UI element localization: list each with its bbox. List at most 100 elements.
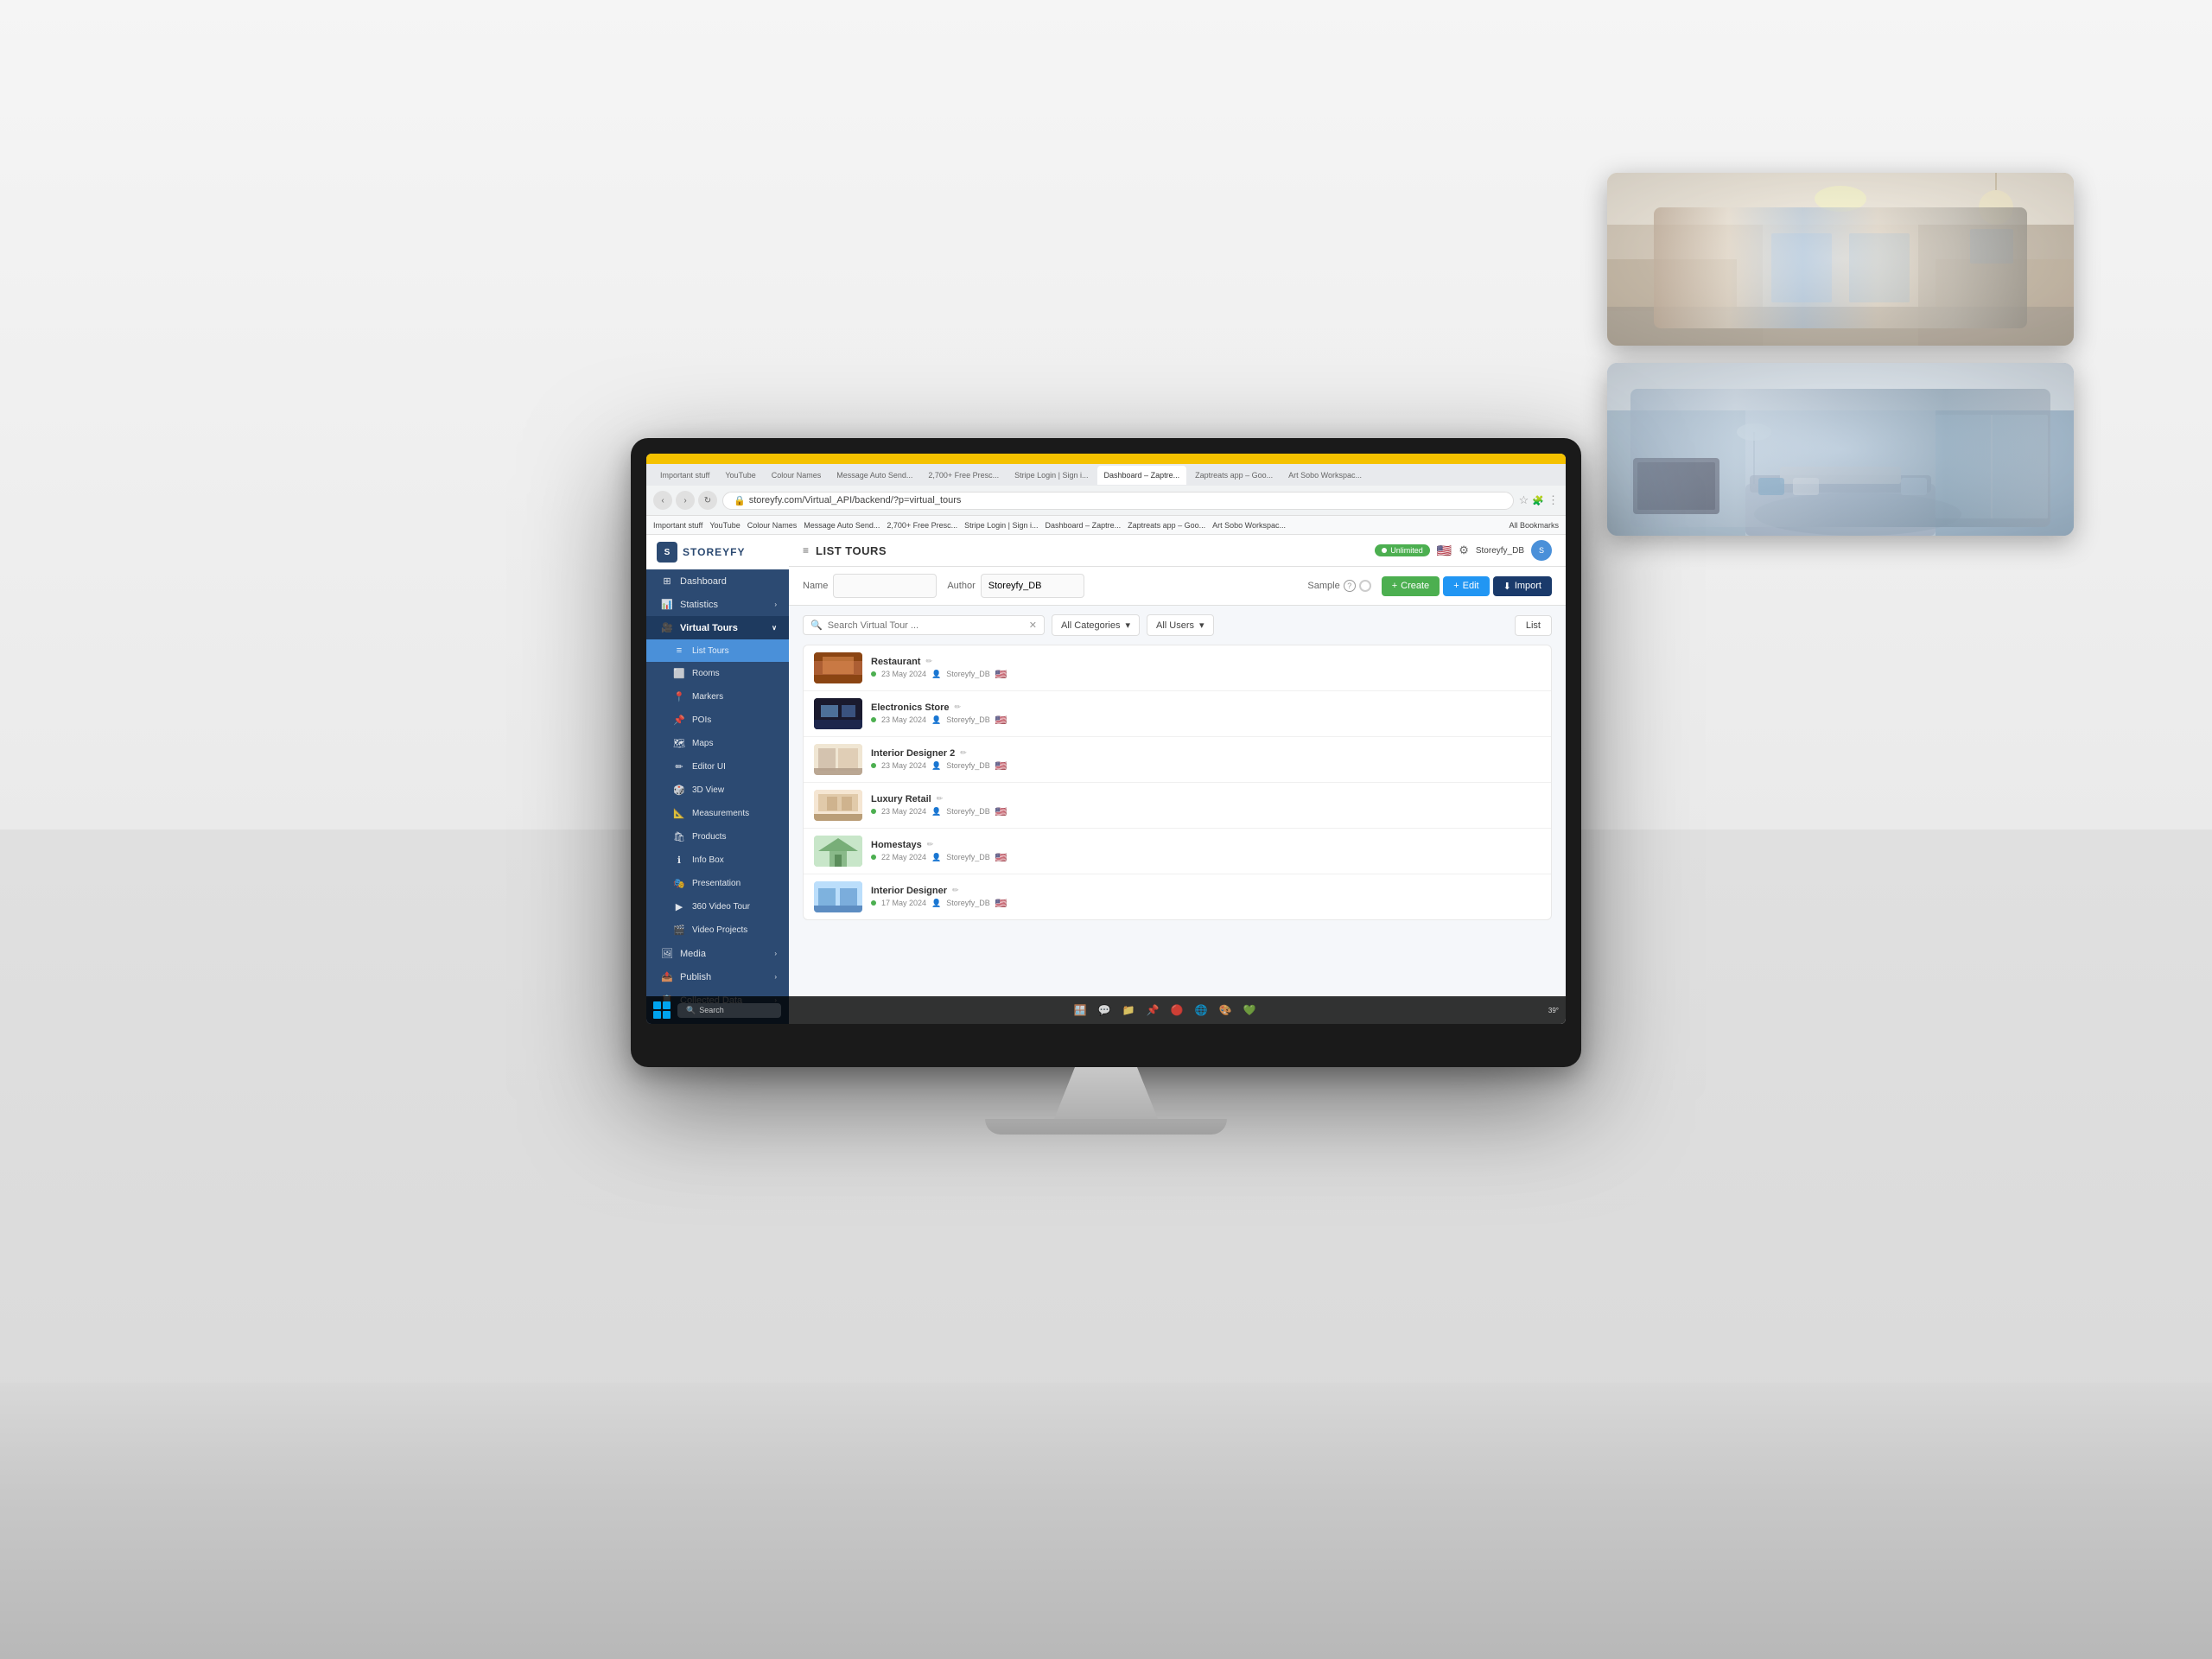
extension-icon[interactable]: 🧩 (1532, 495, 1544, 506)
sample-radio[interactable] (1359, 580, 1371, 592)
tab-youtube[interactable]: YouTube (718, 466, 762, 485)
sample-group: Sample ? (1307, 580, 1370, 592)
sidebar-item-info-box[interactable]: ℹ Info Box (646, 849, 789, 872)
forward-button[interactable]: › (676, 491, 695, 510)
bookmark-6[interactable]: Stripe Login | Sign i... (964, 521, 1038, 530)
taskbar-icon-7[interactable]: 🎨 (1216, 1001, 1235, 1020)
tab-zaptreats[interactable]: Zaptreats app – Goo... (1188, 466, 1280, 485)
sidebar-item-rooms[interactable]: ⬜ Rooms (646, 662, 789, 685)
search-box[interactable]: 🔍 ✕ (803, 615, 1045, 635)
tab-important[interactable]: Important stuff (653, 466, 716, 485)
back-button[interactable]: ‹ (653, 491, 672, 510)
edit-pencil-icon[interactable]: ✏ (937, 794, 944, 804)
sidebar-item-video-projects[interactable]: 🎬 Video Projects (646, 918, 789, 942)
sample-info-icon[interactable]: ? (1344, 580, 1356, 592)
sidebar-item-presentation[interactable]: 🎭 Presentation (646, 872, 789, 895)
avatar-initial: S (1539, 546, 1544, 555)
import-button[interactable]: ⬇ Import (1493, 576, 1552, 596)
bookmark-8[interactable]: Zaptreats app – Goo... (1128, 521, 1205, 530)
settings-button[interactable]: ⚙ (1459, 543, 1469, 557)
sidebar-item-3d-view[interactable]: 🎲 3D View (646, 779, 789, 802)
bookmark-3[interactable]: Colour Names (747, 521, 798, 530)
star-icon[interactable]: ☆ (1519, 493, 1529, 507)
3d-view-label: 3D View (692, 785, 724, 795)
tab-presc[interactable]: 2,700+ Free Presc... (921, 466, 1006, 485)
edit-button[interactable]: + Edit (1443, 576, 1489, 596)
edit-pencil-icon[interactable]: ✏ (925, 657, 932, 666)
taskbar-icon-4[interactable]: 📌 (1143, 1001, 1162, 1020)
user-avatar[interactable]: S (1531, 540, 1552, 561)
edit-pencil-icon[interactable]: ✏ (954, 702, 961, 712)
markers-icon: 📍 (673, 691, 685, 702)
tab-artsobo[interactable]: Art Sobo Workspac... (1281, 466, 1369, 485)
tour-name: Interior Designer 2 (871, 748, 955, 759)
sidebar-item-dashboard[interactable]: ⊞ Dashboard (646, 569, 789, 593)
bookmark-7[interactable]: Dashboard – Zaptre... (1046, 521, 1122, 530)
edit-pencil-icon[interactable]: ✏ (960, 748, 967, 758)
users-select[interactable]: All Users ▾ (1147, 614, 1214, 636)
bookmark-1[interactable]: Important stuff (653, 521, 702, 530)
tour-thumbnail-electronics (814, 698, 862, 729)
taskbar-icon-6[interactable]: 🌐 (1192, 1001, 1211, 1020)
edit-pencil-icon[interactable]: ✏ (952, 886, 959, 895)
sidebar-item-media[interactable]: 🖼 Media › (646, 942, 789, 965)
tab-stripe[interactable]: Stripe Login | Sign i... (1007, 466, 1095, 485)
bookmark-9[interactable]: Art Sobo Workspac... (1212, 521, 1286, 530)
sidebar-item-measurements[interactable]: 📐 Measurements (646, 802, 789, 825)
sidebar-item-pois[interactable]: 📌 POIs (646, 709, 789, 732)
refresh-button[interactable]: ↻ (698, 491, 717, 510)
tab-label: Colour Names (772, 471, 822, 480)
taskbar-icon-3[interactable]: 📁 (1119, 1001, 1138, 1020)
presentation-label: Presentation (692, 879, 741, 888)
sidebar-item-products[interactable]: 🛍 Products (646, 825, 789, 849)
tour-name: Interior Designer (871, 886, 947, 896)
flag-us-icon: 🇺🇸 (1437, 543, 1452, 558)
sidebar-item-list-tours[interactable]: ≡ List Tours (646, 639, 789, 662)
tour-user: Storeyfy_DB (946, 715, 990, 724)
list-view-button[interactable]: List (1515, 615, 1552, 636)
sidebar-item-statistics[interactable]: 📊 Statistics › (646, 593, 789, 616)
tour-user: Storeyfy_DB (946, 807, 990, 816)
author-input[interactable] (981, 574, 1084, 598)
address-bar[interactable]: 🔒 storeyfy.com/Virtual_API/backend/?p=vi… (722, 492, 1514, 510)
edit-pencil-icon[interactable]: ✏ (927, 840, 934, 849)
tour-item-homestay[interactable]: Homestays ✏ 22 May 2024 👤 Storeyfy_DB (804, 829, 1551, 874)
sidebar-item-editor-ui[interactable]: ✏ Editor UI (646, 755, 789, 779)
menu-icon[interactable]: ⋮ (1548, 493, 1559, 507)
sidebar-item-publish[interactable]: 📤 Publish › (646, 965, 789, 988)
tour-user: Storeyfy_DB (946, 761, 990, 770)
search-input[interactable] (828, 620, 1024, 631)
edit-label: Edit (1463, 581, 1479, 591)
users-chevron-icon: ▾ (1199, 620, 1205, 631)
import-label: Import (1515, 581, 1541, 591)
taskbar-icon-2[interactable]: 💬 (1095, 1001, 1114, 1020)
category-select[interactable]: All Categories ▾ (1052, 614, 1140, 636)
bookmark-all[interactable]: All Bookmarks (1509, 521, 1559, 530)
taskbar-temperature: 39° (1548, 1007, 1559, 1014)
tour-item-electronics[interactable]: Electronics Store ✏ 23 May 2024 👤 Storey… (804, 691, 1551, 737)
tour-item-restaurant[interactable]: Restaurant ✏ 23 May 2024 👤 Storeyfy_DB (804, 645, 1551, 691)
browser-tabs[interactable]: Important stuff YouTube Colour Names Mes… (646, 464, 1566, 486)
action-buttons: + Create + Edit ⬇ Import (1382, 576, 1552, 596)
taskbar-icon-8[interactable]: 💚 (1240, 1001, 1259, 1020)
import-icon: ⬇ (1503, 581, 1511, 592)
bookmark-4[interactable]: Message Auto Send... (804, 521, 880, 530)
create-button[interactable]: + Create (1382, 576, 1440, 596)
tour-item-interior2[interactable]: Interior Designer 2 ✏ 23 May 2024 👤 Stor… (804, 737, 1551, 783)
sidebar-item-markers[interactable]: 📍 Markers (646, 685, 789, 709)
sidebar-item-maps[interactable]: 🗺 Maps (646, 732, 789, 755)
tab-dashboard-active[interactable]: Dashboard – Zaptre... (1097, 466, 1187, 485)
taskbar-icon-1[interactable]: 🪟 (1071, 1001, 1090, 1020)
tour-item-luxury[interactable]: Luxury Retail ✏ 23 May 2024 👤 Storeyfy_D… (804, 783, 1551, 829)
sidebar-item-virtual-tours[interactable]: 🎥 Virtual Tours ∨ (646, 616, 789, 639)
tour-item-interior[interactable]: Interior Designer ✏ 17 May 2024 👤 Storey… (804, 874, 1551, 919)
bookmark-5[interactable]: 2,700+ Free Presc... (887, 521, 957, 530)
products-label: Products (692, 832, 726, 842)
tab-message[interactable]: Message Auto Send... (830, 466, 919, 485)
taskbar-icon-5[interactable]: 🔴 (1167, 1001, 1186, 1020)
search-clear-icon[interactable]: ✕ (1029, 620, 1037, 631)
name-input[interactable] (833, 574, 937, 598)
sidebar-item-360-video[interactable]: ▶ 360 Video Tour (646, 895, 789, 918)
tab-colour[interactable]: Colour Names (765, 466, 829, 485)
bookmark-2[interactable]: YouTube (709, 521, 740, 530)
